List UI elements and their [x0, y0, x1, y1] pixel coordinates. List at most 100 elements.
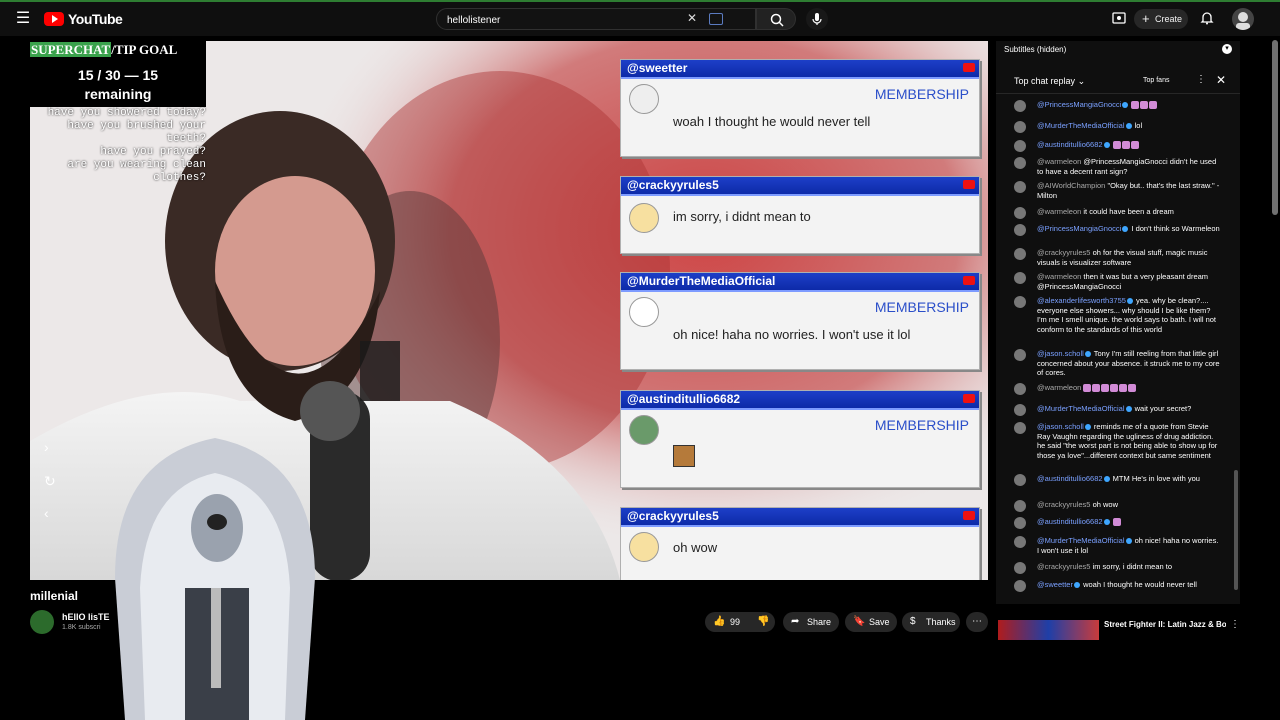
chat-author[interactable]: @crackyyrules5 — [1037, 500, 1090, 509]
keyboard-icon[interactable] — [709, 13, 723, 25]
prompt-line: have you prayed? — [100, 146, 206, 158]
avatar[interactable] — [1014, 121, 1026, 133]
avatar[interactable] — [1014, 500, 1026, 512]
chevron-down-icon: ⌄ — [1077, 76, 1086, 86]
chat-author[interactable]: @austinditullio6682 — [1037, 474, 1103, 483]
member-badge-icon — [1084, 424, 1091, 431]
chat-message-body: @jason.scholl Tony I'm still reeling fro… — [1037, 349, 1220, 378]
channel-name[interactable]: hEllO lisTE — [62, 612, 110, 622]
avatar[interactable] — [1014, 404, 1026, 416]
avatar[interactable] — [1014, 100, 1026, 112]
chat-overlay-card: @sweetter MEMBERSHIP woah I thought he w… — [620, 59, 980, 157]
chat-author[interactable]: @AIWorldChampion — [1037, 181, 1105, 190]
emote-icon — [1119, 384, 1128, 393]
avatar[interactable] — [1014, 517, 1026, 529]
recommended-thumbnail[interactable] — [998, 620, 1099, 640]
chat-text: woah I thought he would never tell — [1083, 580, 1197, 589]
create-button[interactable]: + Create — [1134, 9, 1188, 29]
chat-author[interactable]: @crackyyrules5 — [1037, 562, 1090, 571]
avatar[interactable] — [1014, 140, 1026, 152]
chat-author[interactable]: @jason.scholl — [1037, 422, 1084, 431]
card-message: oh wow — [673, 540, 718, 555]
chat-author[interactable]: @warmeleon — [1037, 207, 1081, 216]
more-icon[interactable]: ⋮ — [1196, 74, 1206, 85]
chat-message-body: @PrincessMangiaGnocci — [1037, 100, 1220, 110]
avatar[interactable] — [1014, 562, 1026, 574]
avatar[interactable] — [1014, 349, 1026, 361]
more-icon[interactable]: ⋮ — [1230, 619, 1240, 630]
youtube-logo[interactable]: YouTube — [44, 11, 123, 27]
chat-author[interactable]: @warmeleon — [1037, 272, 1081, 281]
chat-author[interactable]: @austinditullio6682 — [1037, 517, 1103, 526]
top-fans-label: Top fans — [1143, 77, 1170, 84]
save-button[interactable]: 🔖 Save — [845, 612, 897, 632]
member-badge-icon — [1122, 226, 1129, 233]
chat-author[interactable]: @jason.scholl — [1037, 349, 1084, 358]
chevron-left-icon[interactable]: ‹ — [44, 505, 49, 521]
dislike-icon[interactable]: 👎 — [757, 612, 769, 632]
cast-icon[interactable] — [1112, 12, 1126, 24]
chat-author[interactable]: @crackyyrules5 — [1037, 248, 1090, 257]
clear-search-button[interactable]: ✕ — [687, 11, 697, 25]
share-button[interactable]: ➦ Share — [783, 612, 839, 632]
search-button[interactable] — [756, 8, 796, 30]
more-actions-button[interactable]: ⋯ — [966, 612, 988, 632]
avatar[interactable] — [1014, 296, 1026, 308]
chat-message-body: @austinditullio6682 — [1037, 140, 1220, 150]
chat-author[interactable]: @alexanderlifesworth3755 — [1037, 296, 1126, 305]
avatar[interactable] — [1014, 224, 1026, 236]
chat-overlay-card: @MurderTheMediaOfficial MEMBERSHIP oh ni… — [620, 272, 980, 370]
prompt-line: have you brushed your teeth? — [67, 120, 206, 145]
plus-icon: + — [1142, 11, 1150, 26]
chat-author[interactable]: @PrincessMangiaGnocci — [1037, 224, 1121, 233]
thanks-button[interactable]: $ Thanks — [902, 612, 960, 632]
chat-author[interactable]: @warmeleon — [1037, 157, 1081, 166]
chat-author[interactable]: @austinditullio6682 — [1037, 140, 1103, 149]
like-icon[interactable]: 👍 — [713, 612, 725, 632]
page-scrollbar[interactable] — [1272, 40, 1278, 215]
more-icon: ⋯ — [972, 616, 982, 627]
bell-icon[interactable] — [1200, 11, 1214, 25]
menu-icon[interactable]: ☰ — [12, 8, 34, 30]
avatar[interactable] — [1014, 383, 1026, 395]
chat-author[interactable]: @sweetter — [1037, 580, 1073, 589]
chevron-right-icon[interactable]: › — [44, 439, 49, 455]
account-avatar[interactable] — [1232, 8, 1254, 30]
chat-author[interactable]: @MurderTheMediaOfficial — [1037, 536, 1125, 545]
chevron-down-icon[interactable]: ▾ — [1222, 44, 1232, 54]
youtube-icon — [963, 511, 975, 520]
channel-avatar[interactable] — [30, 610, 54, 634]
subtitles-label[interactable]: Subtitles (hidden) — [1004, 45, 1066, 54]
avatar[interactable] — [1014, 207, 1026, 219]
avatar[interactable] — [1014, 248, 1026, 260]
card-message: woah I thought he would never tell — [673, 114, 871, 129]
chat-scrollbar[interactable] — [1234, 470, 1238, 590]
chat-overlay-card: @austinditullio6682 MEMBERSHIP — [620, 390, 980, 488]
chat-mode-dropdown[interactable]: Top chat replay ⌄ — [1014, 76, 1085, 87]
voice-search-button[interactable] — [806, 8, 828, 30]
chat-author[interactable]: @warmeleon — [1037, 383, 1081, 392]
avatar[interactable] — [1014, 272, 1026, 284]
search-input[interactable] — [445, 11, 689, 29]
thanks-icon: $ — [910, 616, 916, 627]
goal-title: SUPERCHAT/TIP GOAL — [30, 41, 206, 59]
avatar[interactable] — [1014, 474, 1026, 486]
top-bar: ☰ YouTube ✕ + Create — [0, 0, 1280, 36]
membership-label: MEMBERSHIP — [874, 86, 969, 102]
avatar[interactable] — [1014, 580, 1026, 592]
chat-author[interactable]: @MurderTheMediaOfficial — [1037, 121, 1125, 130]
avatar[interactable] — [1014, 536, 1026, 548]
avatar[interactable] — [1014, 422, 1026, 434]
avatar[interactable] — [1014, 157, 1026, 169]
close-icon[interactable]: ✕ — [1216, 73, 1226, 87]
chat-text: I don't think so Warmeleon — [1131, 224, 1220, 233]
chat-author[interactable]: @PrincessMangiaGnocci — [1037, 100, 1121, 109]
recommended-title[interactable]: Street Fighter II: Latin Jazz & Bolero C… — [1104, 620, 1226, 630]
chat-author[interactable]: @MurderTheMediaOfficial — [1037, 404, 1125, 413]
top-fans-button[interactable]: Top fans — [1143, 77, 1169, 84]
chat-message-body: @austinditullio6682 MTM He's in love wit… — [1037, 474, 1220, 484]
emote-icon — [673, 445, 695, 467]
replay-icon[interactable]: ↻ — [44, 473, 56, 490]
avatar[interactable] — [1014, 181, 1026, 193]
like-count[interactable]: 99 — [730, 612, 740, 632]
